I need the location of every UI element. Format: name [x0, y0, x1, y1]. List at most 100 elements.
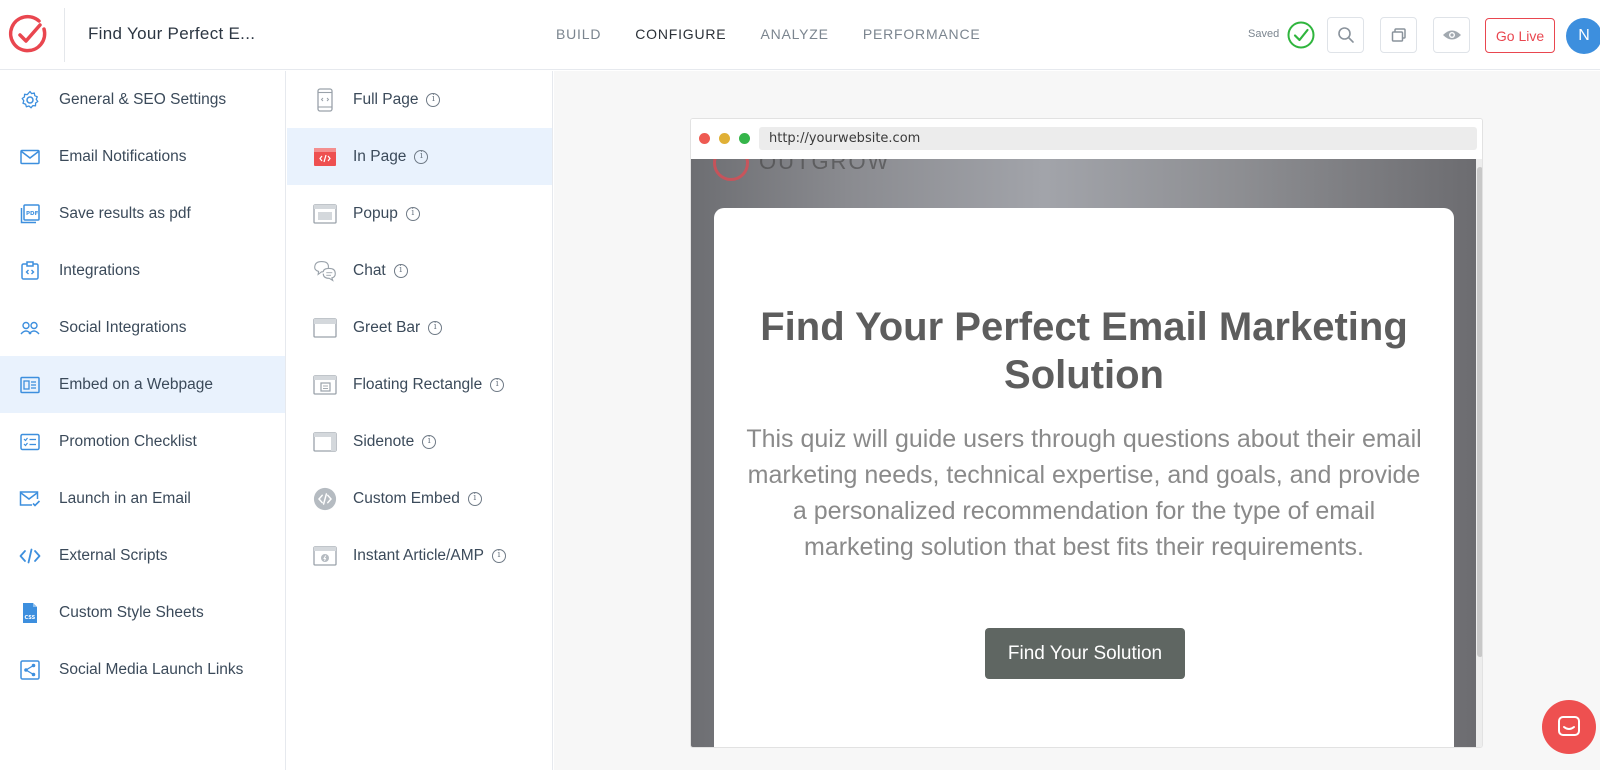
info-icon[interactable]: i — [467, 491, 482, 506]
info-icon[interactable]: i — [490, 377, 505, 392]
embed-type-sidenote[interactable]: Sidenote i — [287, 413, 552, 470]
gear-icon — [19, 89, 41, 111]
integrations-icon — [19, 260, 41, 282]
sidebar-item-label: Save results as pdf — [59, 204, 191, 222]
embed-type-label: Sidenote — [353, 432, 415, 450]
saved-status: Saved — [1248, 28, 1280, 40]
window-maximize-dot — [739, 133, 750, 144]
sidebar-item-label: Promotion Checklist — [59, 432, 197, 450]
copy-icon — [1391, 28, 1406, 42]
embed-icon — [19, 374, 41, 396]
preview-button[interactable] — [1433, 17, 1470, 53]
sidebar-item-launch-email[interactable]: Launch in an Email — [0, 470, 285, 527]
custom-embed-icon — [313, 487, 337, 511]
background-logo-text: OUTGROW — [759, 159, 891, 174]
support-chat-button[interactable] — [1542, 700, 1596, 754]
sidebar-item-label: Integrations — [59, 261, 140, 279]
embed-type-custom-embed[interactable]: Custom Embed i — [287, 470, 552, 527]
sidebar-item-label: Social Media Launch Links — [59, 660, 244, 678]
sidebar-item-general-seo[interactable]: General & SEO Settings — [0, 71, 285, 128]
sidebar-item-embed-webpage[interactable]: Embed on a Webpage — [0, 356, 285, 413]
embed-type-chat[interactable]: Chat i — [287, 242, 552, 299]
quiz-card: Find Your Perfect Email Marketing Soluti… — [714, 208, 1454, 747]
sidebar-item-label: Social Integrations — [59, 318, 187, 336]
svg-text:PDF: PDF — [26, 211, 39, 217]
nav-configure[interactable]: CONFIGURE — [635, 26, 726, 42]
configure-sidebar: General & SEO Settings Email Notificatio… — [0, 71, 286, 770]
sidebar-item-promotion-checklist[interactable]: Promotion Checklist — [0, 413, 285, 470]
check-circle-icon — [1287, 21, 1315, 49]
sidebar-item-email-notifications[interactable]: Email Notifications — [0, 128, 285, 185]
greet-bar-icon — [313, 316, 337, 340]
sidebar-item-save-pdf[interactable]: PDF Save results as pdf — [0, 185, 285, 242]
embed-type-popup[interactable]: Popup i — [287, 185, 552, 242]
browser-preview: http://yourwebsite.com OUTGROW Find Your… — [690, 118, 1483, 748]
preview-scroll-thumb[interactable] — [1477, 167, 1482, 657]
mobile-page-icon — [313, 87, 337, 112]
user-avatar[interactable]: N — [1566, 18, 1600, 54]
embed-type-label: In Page — [353, 147, 407, 165]
info-icon[interactable]: i — [393, 263, 408, 278]
embed-type-instant-article-amp[interactable]: Instant Article/AMP i — [287, 527, 552, 584]
search-icon — [1337, 27, 1354, 43]
browser-toolbar: http://yourwebsite.com — [691, 119, 1482, 159]
code-icon — [19, 545, 41, 567]
duplicate-button[interactable] — [1380, 17, 1417, 53]
top-header: Find Your Perfect E... BUILD CONFIGURE A… — [0, 0, 1600, 70]
embed-type-list: Full Page i In Page i Popup i Chat i Greet B… — [287, 71, 553, 770]
info-icon[interactable]: i — [422, 434, 437, 449]
search-button[interactable] — [1327, 17, 1364, 53]
sidebar-item-label: External Scripts — [59, 546, 168, 564]
chat-bubble-icon — [1558, 716, 1580, 736]
sidenote-icon — [313, 430, 337, 454]
sidebar-item-social-integrations[interactable]: Social Integrations — [0, 299, 285, 356]
embed-type-label: Full Page — [353, 90, 419, 108]
info-icon[interactable]: i — [428, 320, 443, 335]
svg-text:CSS: CSS — [25, 615, 36, 621]
sidebar-item-label: Launch in an Email — [59, 489, 191, 507]
sidebar-item-label: Email Notifications — [59, 147, 187, 165]
main-nav: BUILD CONFIGURE ANALYZE PERFORMANCE — [556, 26, 981, 42]
url-bar: http://yourwebsite.com — [759, 127, 1477, 150]
email-check-icon — [19, 488, 41, 510]
sidebar-item-custom-style-sheets[interactable]: CSS Custom Style Sheets — [0, 584, 285, 641]
share-icon — [19, 659, 41, 681]
chat-icon — [313, 259, 337, 283]
nav-build[interactable]: BUILD — [556, 26, 601, 42]
amp-icon — [313, 544, 337, 568]
page-title[interactable]: Find Your Perfect E... — [88, 24, 255, 44]
sidebar-item-label: General & SEO Settings — [59, 90, 227, 108]
nav-analyze[interactable]: ANALYZE — [760, 26, 828, 42]
embedded-quiz-preview: OUTGROW Find Your Perfect Email Marketin… — [691, 159, 1476, 747]
embed-type-greet-bar[interactable]: Greet Bar i — [287, 299, 552, 356]
find-solution-button[interactable]: Find Your Solution — [985, 628, 1185, 679]
sidebar-item-integrations[interactable]: Integrations — [0, 242, 285, 299]
envelope-icon — [19, 146, 41, 168]
embed-type-label: Floating Rectangle — [353, 375, 483, 393]
outgrow-logo-icon[interactable] — [6, 13, 50, 57]
info-icon[interactable]: i — [414, 149, 429, 164]
window-close-dot — [699, 133, 710, 144]
go-live-button[interactable]: Go Live — [1485, 18, 1555, 53]
info-icon[interactable]: i — [426, 92, 441, 107]
embed-type-full-page[interactable]: Full Page i — [287, 71, 552, 128]
info-icon[interactable]: i — [405, 206, 420, 221]
sidebar-item-social-launch-links[interactable]: Social Media Launch Links — [0, 641, 285, 698]
sidebar-item-external-scripts[interactable]: External Scripts — [0, 527, 285, 584]
sidebar-item-label: Custom Style Sheets — [59, 603, 204, 621]
embed-type-in-page[interactable]: In Page i — [287, 128, 552, 185]
quiz-title: Find Your Perfect Email Marketing Soluti… — [760, 305, 1408, 397]
embed-type-label: Chat — [353, 261, 386, 279]
in-page-code-icon — [313, 145, 337, 169]
info-icon[interactable]: i — [491, 548, 506, 563]
checklist-icon — [19, 431, 41, 453]
pdf-icon: PDF — [19, 203, 41, 225]
embed-type-floating-rectangle[interactable]: Floating Rectangle i — [287, 356, 552, 413]
embed-type-label: Popup — [353, 204, 398, 222]
embed-type-label: Instant Article/AMP — [353, 546, 484, 564]
eye-icon — [1442, 30, 1461, 40]
quiz-description: This quiz will guide users through quest… — [746, 425, 1422, 561]
embed-type-label: Custom Embed — [353, 489, 460, 507]
header-divider — [64, 8, 65, 62]
nav-performance[interactable]: PERFORMANCE — [863, 26, 981, 42]
